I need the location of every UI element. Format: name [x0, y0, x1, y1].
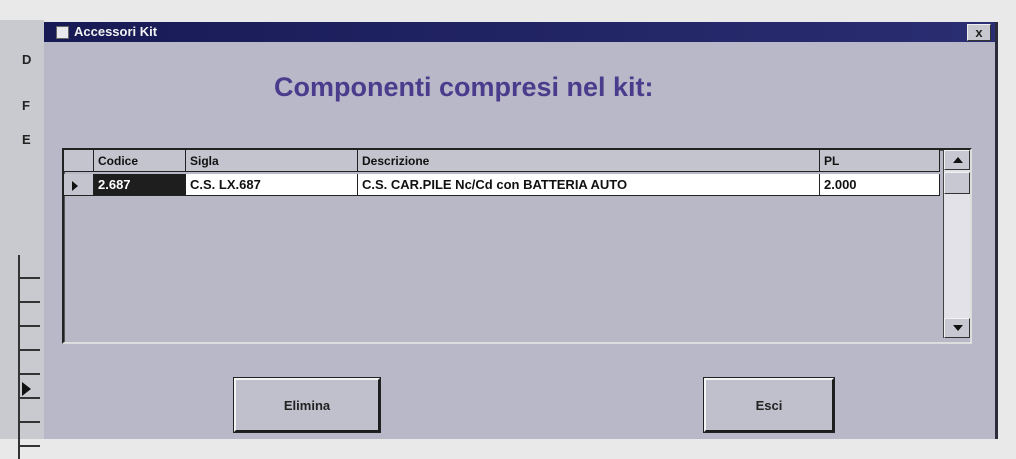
row-selector[interactable]	[64, 174, 94, 196]
side-letter-f: F	[22, 98, 30, 113]
record-pointer-icon	[22, 382, 31, 396]
side-letter-d: D	[22, 52, 32, 67]
close-button[interactable]: x	[967, 24, 991, 41]
cell-pl[interactable]: 2.000	[820, 174, 940, 196]
column-header-pl[interactable]: PL	[820, 150, 940, 172]
accessori-kit-dialog: Accessori Kit x Componenti compresi nel …	[44, 22, 998, 439]
cell-descrizione[interactable]: C.S. CAR.PILE Nc/Cd con BATTERIA AUTO	[358, 174, 820, 196]
background-app-strip: D F E	[0, 20, 44, 459]
scroll-down-icon[interactable]	[944, 318, 970, 338]
cell-sigla[interactable]: C.S. LX.687	[186, 174, 358, 196]
background-ruler	[18, 255, 40, 459]
vertical-scrollbar[interactable]	[943, 150, 970, 338]
elimina-button[interactable]: Elimina	[234, 378, 380, 432]
column-header-descrizione[interactable]: Descrizione	[358, 150, 820, 172]
table-row[interactable]: 2.687 C.S. LX.687 C.S. CAR.PILE Nc/Cd co…	[64, 174, 940, 196]
scroll-up-icon[interactable]	[944, 150, 970, 170]
column-header-sigla[interactable]: Sigla	[186, 150, 358, 172]
side-letter-e: E	[22, 132, 31, 147]
grid-header-row: Codice Sigla Descrizione PL	[64, 150, 940, 172]
page-title: Componenti compresi nel kit:	[274, 72, 654, 102]
window-icon	[56, 26, 69, 39]
column-header-codice[interactable]: Codice	[94, 150, 186, 172]
row-selector-header	[64, 150, 94, 172]
window-title: Accessori Kit	[74, 24, 158, 39]
esci-button[interactable]: Esci	[704, 378, 834, 432]
current-row-icon	[72, 180, 78, 191]
scroll-thumb[interactable]	[944, 172, 970, 194]
cell-codice[interactable]: 2.687	[94, 174, 186, 196]
components-grid[interactable]: Codice Sigla Descrizione PL 2.687 C.S. L…	[62, 148, 972, 344]
title-bar[interactable]: Accessori Kit x	[44, 22, 995, 42]
